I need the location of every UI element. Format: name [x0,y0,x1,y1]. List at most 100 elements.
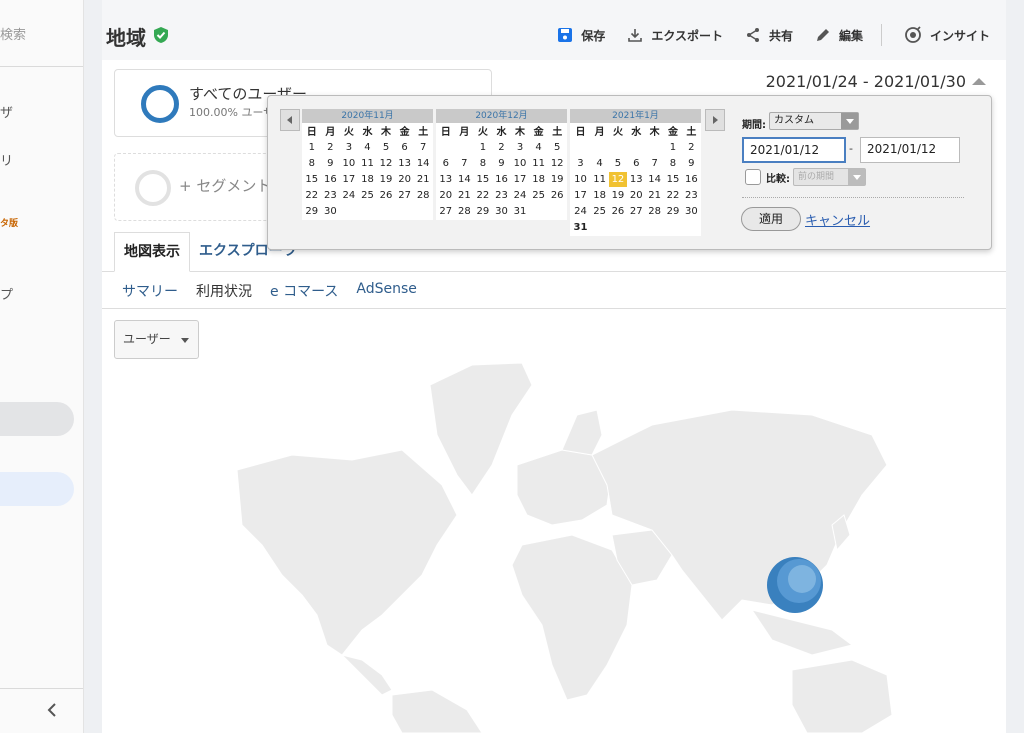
calendar-day[interactable]: 26 [608,202,628,220]
calendar-day[interactable]: 5 [608,154,628,172]
calendar-day[interactable]: 14 [644,170,665,188]
calendar-day[interactable]: 5 [547,138,567,156]
calendar-day[interactable]: 30 [681,202,702,220]
calendar-day[interactable]: 27 [626,202,646,220]
sidebar-search[interactable]: 検索 [0,24,26,43]
calendar-day[interactable]: 2 [681,138,702,156]
share-button[interactable]: 共有 [745,27,793,44]
sidebar-item-1[interactable]: ザ [0,102,13,121]
calendar-day[interactable]: 28 [454,202,475,220]
calendar-day[interactable]: 7 [644,154,665,172]
calendar-day[interactable]: 12 [608,170,628,188]
calendar-day[interactable]: 27 [394,186,415,204]
sidebar-item-3[interactable]: プ [0,284,13,303]
calendar-day[interactable]: 9 [491,154,512,172]
insights-button[interactable]: インサイト [904,26,990,44]
subtab-summary[interactable]: サマリー [122,281,178,301]
apply-button[interactable]: 適用 [741,207,801,231]
calendar-day[interactable]: 8 [473,154,493,172]
calendar-day[interactable]: 23 [320,186,341,204]
calendar-day[interactable]: 28 [413,186,433,204]
compare-checkbox[interactable] [745,169,761,185]
date-range-toggle[interactable]: 2021/01/24 - 2021/01/30 [766,72,986,91]
tab-map[interactable]: 地図表示 [114,232,190,272]
calendar-day[interactable]: 21 [454,186,475,204]
subtab-usage[interactable]: 利用状況 [196,281,252,301]
calendar-day[interactable]: 1 [663,138,683,156]
calendar-day[interactable]: 16 [491,170,512,188]
calendar-day[interactable]: 16 [681,170,702,188]
save-button[interactable]: 保存 [557,27,605,44]
calendar-day[interactable]: 13 [436,170,456,188]
calendar-day[interactable]: 2 [320,138,341,156]
calendar-day[interactable]: 17 [339,170,359,188]
calendar-day[interactable]: 28 [644,202,665,220]
cancel-link[interactable]: キャンセル [805,210,870,229]
calendar-day[interactable]: 3 [570,154,591,172]
calendar-day[interactable]: 21 [413,170,433,188]
calendar-day[interactable]: 24 [510,186,530,204]
calendar-day[interactable]: 14 [413,154,433,172]
calendar-day[interactable]: 18 [528,170,549,188]
calendar-day[interactable]: 25 [357,186,378,204]
calendar-day[interactable]: 9 [320,154,341,172]
calendar-day[interactable]: 31 [570,218,591,236]
calendar-day[interactable]: 30 [320,202,341,220]
calendar-day[interactable]: 8 [663,154,683,172]
calendar-day[interactable]: 19 [547,170,567,188]
calendar-day[interactable]: 16 [320,170,341,188]
subtab-adsense[interactable]: AdSense [356,281,417,301]
calendar-day[interactable]: 15 [663,170,683,188]
calendar-day[interactable]: 20 [394,170,415,188]
end-date-input[interactable]: 2021/01/12 [860,137,960,163]
prev-month-button[interactable] [280,109,300,131]
calendar-day[interactable]: 4 [528,138,549,156]
calendar-day[interactable]: 14 [454,170,475,188]
calendar-day[interactable]: 23 [681,186,702,204]
calendar-day[interactable]: 27 [436,202,456,220]
calendar-day[interactable]: 31 [510,202,530,220]
calendar-day[interactable]: 23 [491,186,512,204]
calendar-day[interactable]: 6 [394,138,415,156]
calendar-day[interactable]: 17 [510,170,530,188]
calendar-day[interactable]: 8 [302,154,322,172]
calendar-day[interactable]: 22 [473,186,493,204]
calendar-day[interactable]: 11 [357,154,378,172]
period-select[interactable]: カスタム [769,112,859,130]
calendar-day[interactable]: 3 [510,138,530,156]
calendar-day[interactable]: 10 [510,154,530,172]
calendar-day[interactable]: 22 [302,186,322,204]
calendar-day[interactable]: 20 [626,186,646,204]
calendar-day[interactable]: 19 [376,170,396,188]
calendar-day[interactable]: 22 [663,186,683,204]
calendar-day[interactable]: 10 [339,154,359,172]
calendar-day[interactable]: 21 [644,186,665,204]
calendar-day[interactable]: 24 [570,202,591,220]
calendar-day[interactable]: 7 [454,154,475,172]
calendar-day[interactable]: 1 [302,138,322,156]
calendar-day[interactable]: 7 [413,138,433,156]
calendar-day[interactable]: 4 [357,138,378,156]
next-month-button[interactable] [705,109,725,131]
calendar-day[interactable]: 9 [681,154,702,172]
calendar-day[interactable]: 25 [528,186,549,204]
calendar-day[interactable]: 20 [436,186,456,204]
metric-select[interactable]: ユーザー [114,320,199,359]
chevron-left-icon[interactable] [46,702,58,723]
calendar-day[interactable]: 5 [376,138,396,156]
sidebar-item-pill-selected[interactable] [0,472,74,506]
calendar-day[interactable]: 18 [357,170,378,188]
sidebar-item-pill[interactable] [0,402,74,436]
calendar-day[interactable]: 26 [547,186,567,204]
calendar-day[interactable]: 6 [626,154,646,172]
calendar-day[interactable]: 15 [302,170,322,188]
subtab-ecommerce[interactable]: e コマース [270,281,338,301]
start-date-input[interactable]: 2021/01/12 [742,137,846,163]
calendar-day[interactable]: 13 [626,170,646,188]
export-button[interactable]: エクスポート [627,27,723,44]
calendar-day[interactable]: 1 [473,138,493,156]
calendar-day[interactable]: 4 [589,154,610,172]
world-map[interactable] [232,355,892,733]
calendar-day[interactable]: 25 [589,202,610,220]
calendar-day[interactable]: 11 [589,170,610,188]
